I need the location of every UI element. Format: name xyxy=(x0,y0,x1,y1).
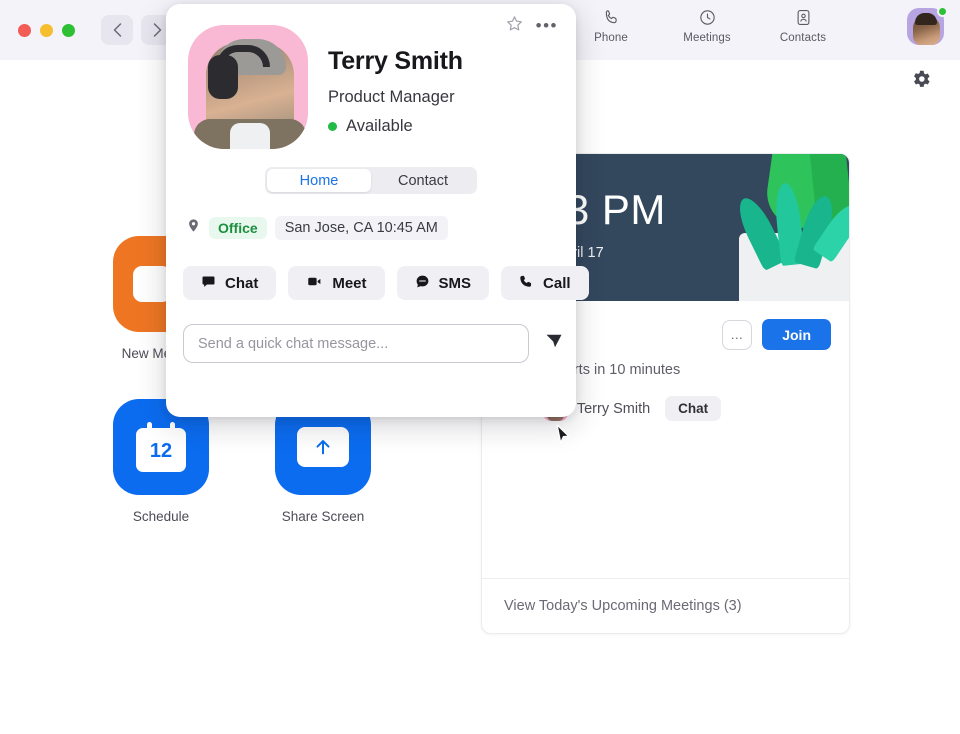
map-pin-icon xyxy=(186,217,201,239)
chevron-right-icon xyxy=(153,23,161,37)
profile-tabs: Home Contact xyxy=(265,167,477,194)
calendar-icon: 12 xyxy=(136,422,186,472)
avatar-hair xyxy=(915,13,937,25)
mouse-cursor xyxy=(556,424,571,451)
popover-actions: ••• xyxy=(505,14,558,38)
shortcut-row-2: 12 Schedule Share Screen xyxy=(113,399,371,524)
shortcut-label: Schedule xyxy=(132,509,190,524)
sms-action-button[interactable]: SMS xyxy=(396,266,490,300)
share-screen-icon xyxy=(297,427,349,467)
view-upcoming-meetings-link[interactable]: View Today's Upcoming Meetings (3) xyxy=(482,578,849,633)
shortcut-share-screen[interactable]: Share Screen xyxy=(275,399,371,524)
host-name[interactable]: Terry Smith xyxy=(577,401,650,417)
shortcut-label: Share Screen xyxy=(281,509,365,524)
phone-icon xyxy=(519,274,534,293)
video-camera-icon xyxy=(306,274,323,293)
action-label: Call xyxy=(543,274,571,292)
meet-action-button[interactable]: Meet xyxy=(288,266,385,300)
ellipsis-icon[interactable]: ••• xyxy=(536,17,558,34)
profile-status: Available xyxy=(328,117,463,136)
location-text: San Jose, CA 10:45 AM xyxy=(274,216,448,240)
nav-item-meetings[interactable]: Meetings xyxy=(676,6,738,44)
chat-action-button[interactable]: Chat xyxy=(183,266,277,300)
nav-item-contacts[interactable]: Contacts xyxy=(772,6,834,44)
phone-icon xyxy=(602,6,621,28)
profile-location-row: Office San Jose, CA 10:45 AM xyxy=(186,216,576,240)
join-button[interactable]: Join xyxy=(762,319,831,350)
nav-item-label: Meetings xyxy=(683,32,731,44)
host-chat-button[interactable]: Chat xyxy=(665,396,722,421)
chevron-left-icon xyxy=(113,23,121,37)
nav-item-label: Contacts xyxy=(779,32,827,44)
status-badge xyxy=(937,6,948,17)
page-title: Terry Smith xyxy=(328,47,463,75)
profile-actions: Chat Meet SMS Call xyxy=(183,266,589,300)
back-button[interactable] xyxy=(101,15,133,45)
profile-status-label: Available xyxy=(346,117,413,135)
calendar-day: 12 xyxy=(149,440,173,462)
chat-bubble-icon xyxy=(201,274,216,293)
send-icon[interactable] xyxy=(543,331,565,356)
nav-item-phone[interactable]: Phone xyxy=(580,6,642,44)
quick-chat-input[interactable] xyxy=(183,324,529,363)
quick-chat-row xyxy=(183,324,576,363)
history-nav xyxy=(101,15,173,45)
tab-contact[interactable]: Contact xyxy=(371,169,475,192)
gear-icon xyxy=(914,70,930,87)
contact-card-icon xyxy=(794,6,813,28)
shortcut-schedule[interactable]: 12 Schedule xyxy=(113,399,209,524)
main-nav: Phone Meetings Contacts xyxy=(580,6,834,44)
action-label: SMS xyxy=(438,274,472,292)
profile-popover: ••• Terry Smith Product Manager Availabl… xyxy=(166,4,589,417)
nav-item-label: Phone xyxy=(594,32,628,44)
location-badge: Office xyxy=(209,217,267,239)
minimize-window-button[interactable] xyxy=(40,23,53,37)
window-controls xyxy=(18,23,75,37)
meeting-more-button[interactable]: … xyxy=(722,319,753,350)
sms-bubble-icon xyxy=(415,274,430,293)
status-dot-icon xyxy=(328,122,337,131)
call-action-button[interactable]: Call xyxy=(501,266,589,300)
app-window: Phone Meetings Contacts New Meeting 12 S… xyxy=(0,0,960,734)
action-label: Meet xyxy=(332,274,367,292)
close-window-button[interactable] xyxy=(18,23,31,37)
action-label: Chat xyxy=(225,274,259,292)
profile-avatar xyxy=(188,25,308,149)
star-icon[interactable] xyxy=(505,14,524,38)
tab-home[interactable]: Home xyxy=(267,169,371,192)
clock-icon xyxy=(698,6,717,28)
profile-info: Terry Smith Product Manager Available xyxy=(328,25,463,149)
profile-role: Product Manager xyxy=(328,88,455,106)
settings-button[interactable] xyxy=(910,68,934,92)
maximize-window-button[interactable] xyxy=(62,23,75,37)
